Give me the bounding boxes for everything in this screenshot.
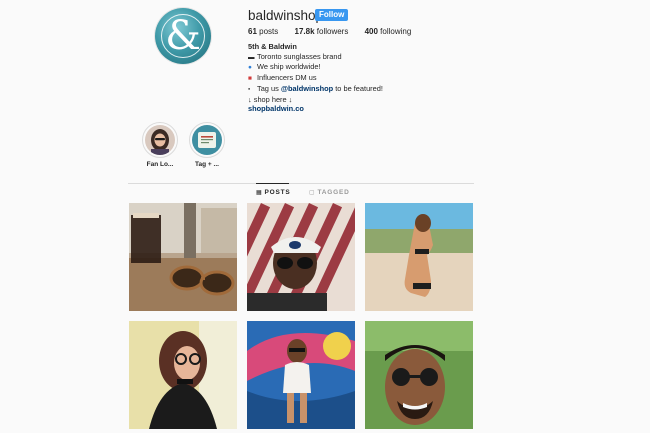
profile-avatar[interactable]: &	[155, 8, 211, 64]
globe-emoji-icon: ●	[248, 64, 252, 72]
post-thumbnail-graffiti-wall[interactable]	[247, 321, 355, 429]
followers-count[interactable]: 17.8k followers	[295, 27, 349, 36]
highlight-fan-love[interactable]: Fan Lo...	[140, 122, 180, 168]
highlight-tag[interactable]: Tag + ...	[187, 122, 227, 168]
post-thumbnail-man-with-cap[interactable]	[247, 203, 355, 311]
post-thumbnail-smiling-man[interactable]	[365, 321, 473, 429]
highlight-label: Fan Lo...	[146, 161, 174, 168]
follow-button[interactable]: Follow	[315, 9, 349, 21]
bio-line: ■ Influencers DM us	[248, 73, 317, 83]
bio-line: ▬ Toronto sunglasses brand	[248, 51, 342, 61]
profile-bio: 5th & Baldwin ▬ Toronto sunglasses brand …	[248, 42, 383, 114]
post-thumbnail-sunglasses-on-table[interactable]	[129, 203, 237, 311]
highlight-label: Tag + ...	[195, 161, 219, 168]
post-thumbnail-beach-woman[interactable]	[365, 203, 473, 311]
bio-full-name: 5th & Baldwin	[248, 42, 297, 51]
avatar-logo-glyph: &	[165, 13, 201, 59]
tag-icon: ▢	[309, 190, 316, 196]
profile-username: baldwinshop	[248, 8, 324, 23]
post-thumbnail-woman-round-glasses[interactable]	[129, 321, 237, 429]
bio-website-link[interactable]: shopbaldwin.co	[248, 104, 383, 114]
posts-count: 61 posts	[248, 27, 279, 36]
woman-portrait-icon	[145, 125, 175, 155]
mailbox-emoji-icon: ■	[248, 75, 252, 83]
grid-icon: ▦	[256, 190, 263, 196]
sunglasses-emoji-icon: ▬	[248, 53, 255, 61]
tab-posts[interactable]: ▦ POSTS	[256, 189, 291, 196]
bio-line: ▪ Tag us @baldwinshop to be featured!	[248, 83, 383, 93]
bio-line: ● We ship worldwide!	[248, 62, 321, 72]
profile-stats: 61 posts 17.8k followers 400 following	[248, 27, 425, 36]
tag-graphic-icon	[192, 125, 222, 155]
bio-line: ↓ shop here ↓	[248, 94, 293, 104]
tab-tagged[interactable]: ▢ TAGGED	[309, 189, 350, 196]
highlight-ring	[142, 122, 178, 158]
bio-mention-link[interactable]: @baldwinshop	[281, 84, 333, 93]
camera-emoji-icon: ▪	[248, 85, 251, 93]
highlight-ring	[189, 122, 225, 158]
tabs-divider	[128, 183, 474, 184]
active-tab-indicator	[256, 183, 289, 184]
following-count[interactable]: 400 following	[365, 27, 412, 36]
